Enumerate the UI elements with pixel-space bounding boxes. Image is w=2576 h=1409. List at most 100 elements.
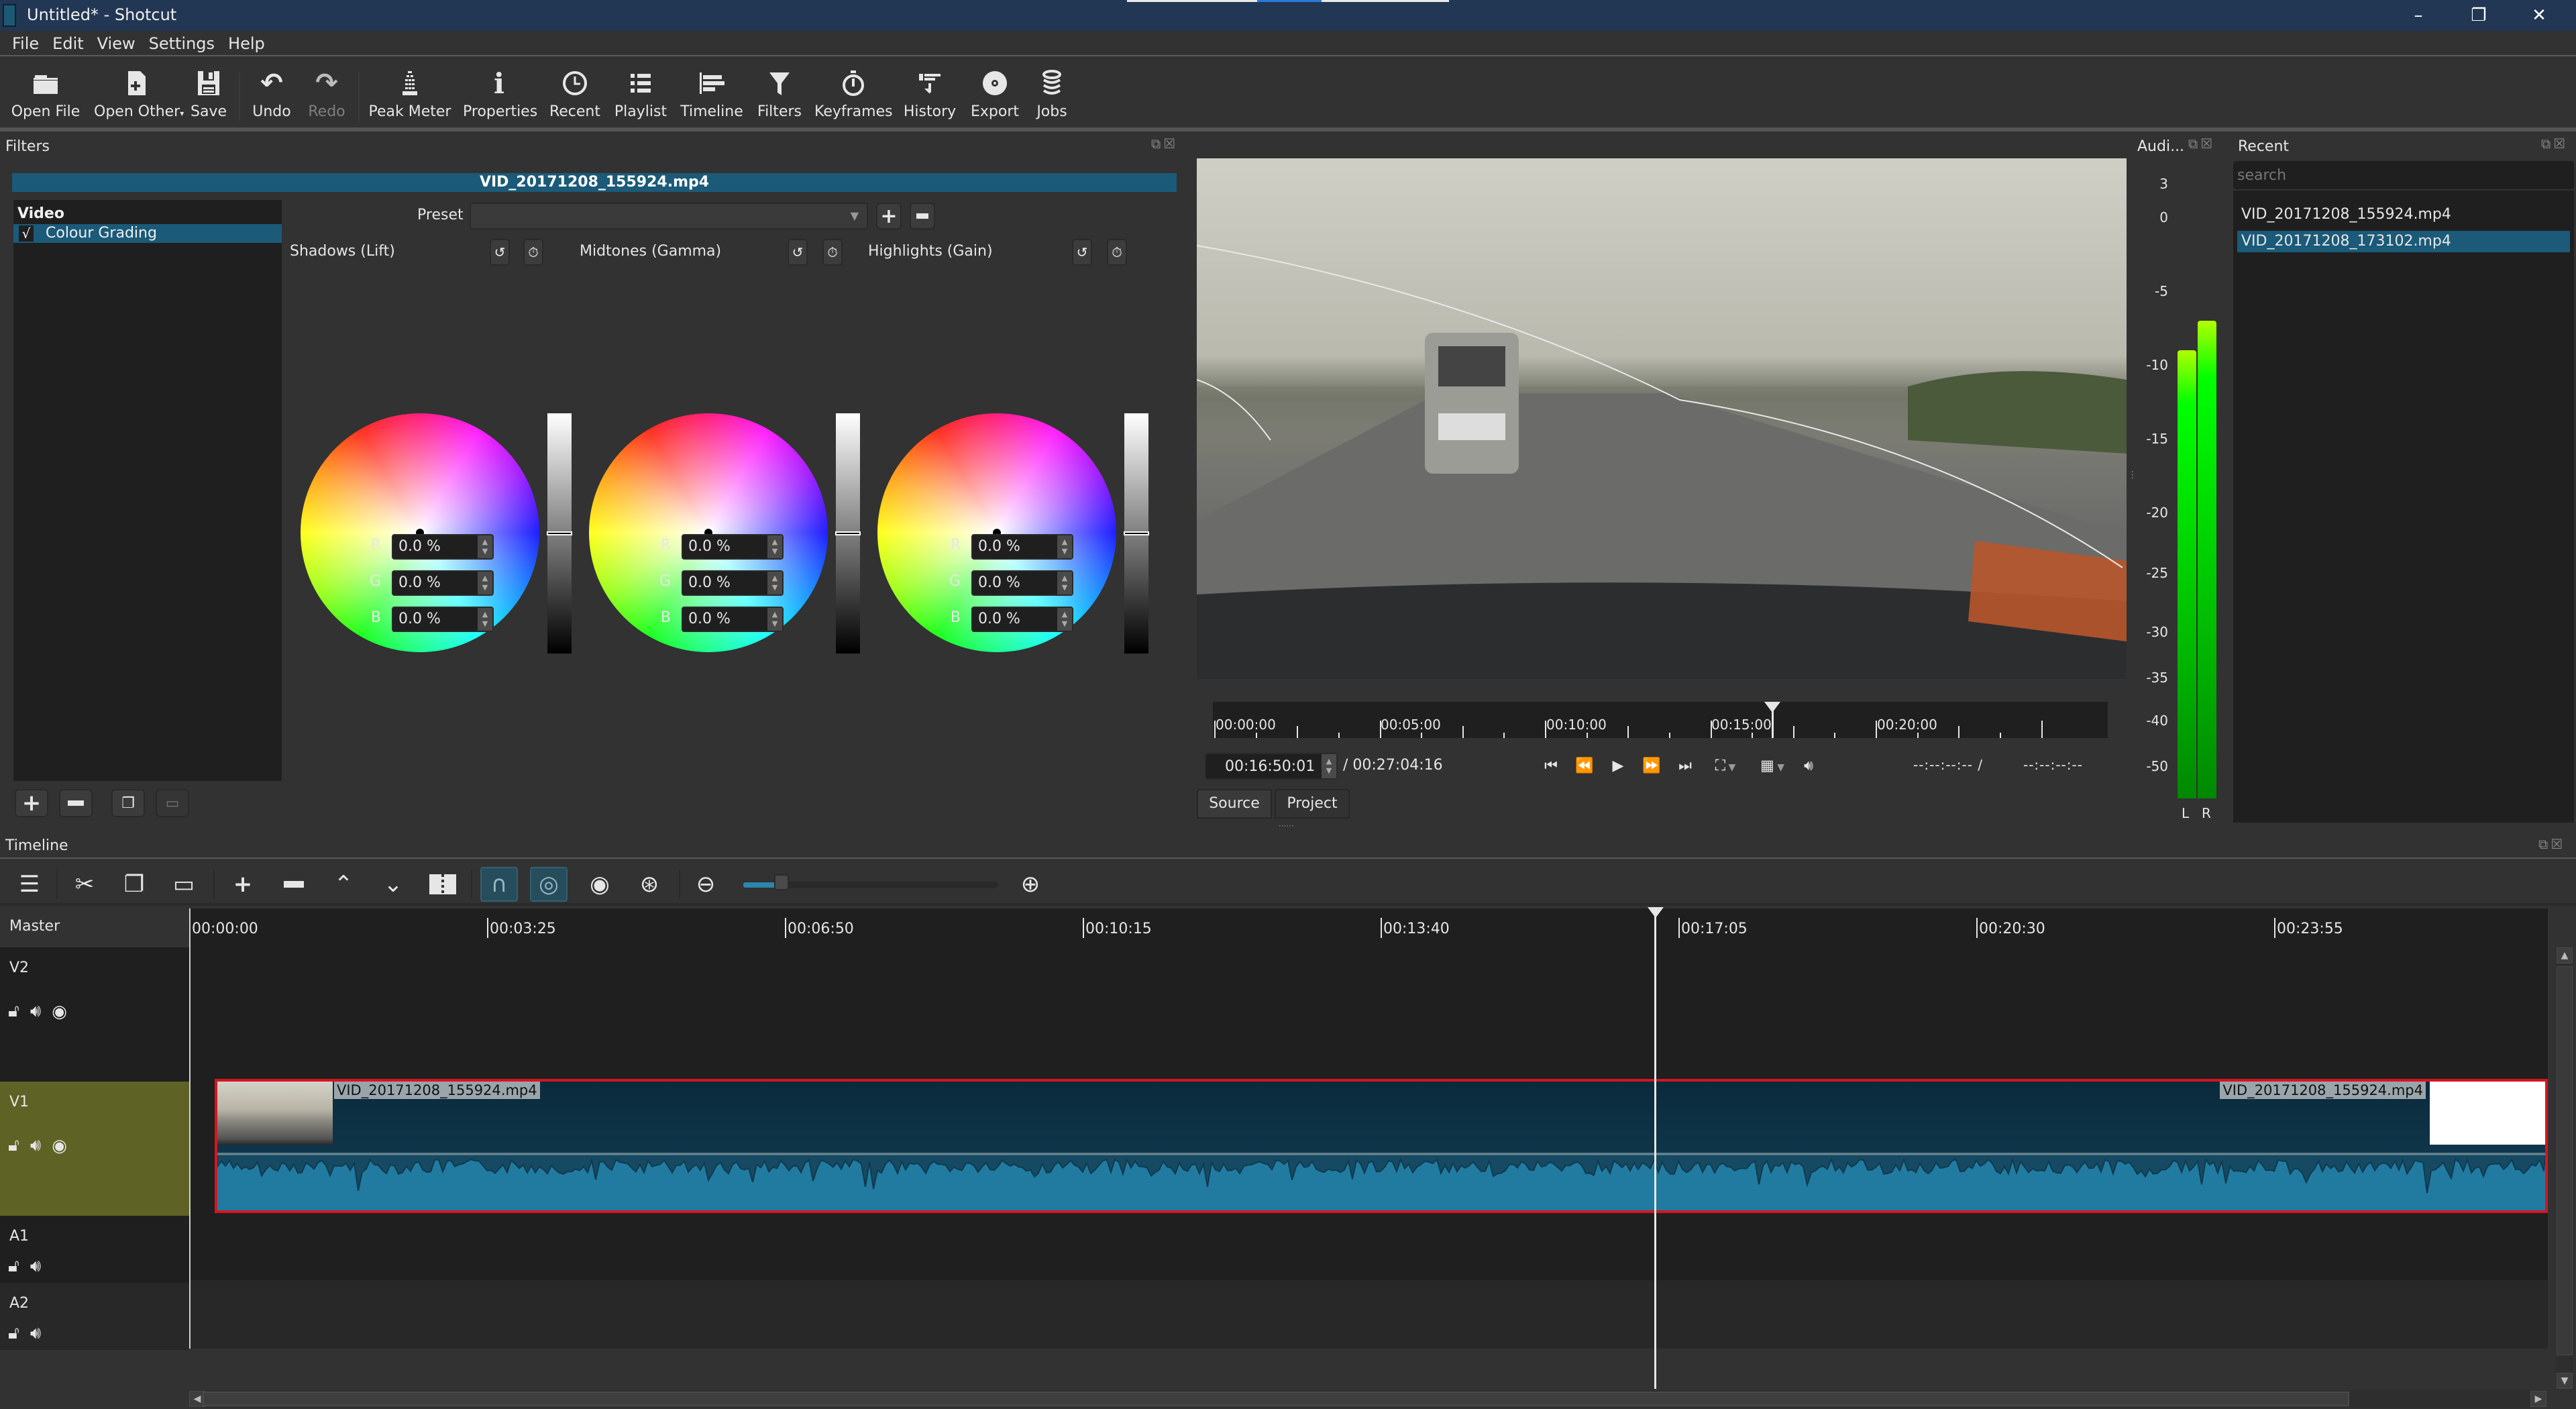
vertical-scroll-thumb[interactable] — [2557, 966, 2573, 1355]
overwrite-button[interactable]: ⌄ — [374, 867, 412, 902]
timeline-playhead[interactable] — [1654, 908, 1656, 1389]
timeline-tracks[interactable]: VID_20171208_155924.mp4 VID_20171208_155… — [189, 947, 2548, 1349]
ripple-all-tracks-toggle[interactable]: ⊛ — [631, 867, 668, 902]
menu-file[interactable]: File — [0, 31, 46, 56]
lock-open-icon[interactable]: 🔓︎ — [8, 1323, 19, 1344]
highlights-keyframe-button[interactable]: ⏱ — [1107, 239, 1127, 266]
shadows-b-spinbox[interactable]: 0.0 % ▲ ▼ — [392, 607, 494, 632]
save-button[interactable]: Save — [188, 66, 229, 126]
jobs-button[interactable]: Jobs — [1030, 66, 1073, 126]
properties-button[interactable]: i Properties — [463, 66, 537, 126]
highlights-luma-handle[interactable] — [1124, 531, 1149, 535]
spin-arrows-icon[interactable]: ▲ ▼ — [1322, 754, 1336, 778]
timeline-horizontal-scrollbar[interactable]: ◀ ▶ — [189, 1390, 2546, 1408]
lock-open-icon[interactable]: 🔓︎ — [8, 1256, 19, 1277]
lift-button[interactable]: ⌃ — [325, 867, 362, 902]
open-other-button[interactable]: Open Other▾ — [94, 66, 184, 126]
master-header[interactable]: Master — [0, 908, 189, 947]
recent-dock-controls[interactable]: ⧉☒ — [2541, 136, 2568, 152]
speaker-icon[interactable]: 🔊︎ — [30, 1256, 41, 1277]
midtones-luma-slider[interactable] — [835, 413, 861, 654]
remove-filter-button[interactable] — [59, 789, 93, 817]
splitter-handle[interactable]: ······ — [1279, 821, 1294, 831]
filters-button[interactable]: Filters — [754, 66, 805, 126]
keyframes-button[interactable]: Keyframes — [814, 66, 893, 126]
undo-button[interactable]: ↶ Undo — [248, 66, 295, 126]
player-scrub-bar[interactable]: 00:00:00 00:05:00 00:10:00 00:15:00 00:2… — [1213, 702, 2108, 738]
midtones-luma-handle[interactable] — [835, 531, 861, 535]
zoom-out-button[interactable]: ⊖ — [687, 867, 724, 902]
midtones-r-spinbox[interactable]: 0.0 % ▲ ▼ — [682, 534, 784, 560]
filter-enabled-checkbox[interactable]: √ — [19, 225, 34, 242]
timeline-clip[interactable]: VID_20171208_155924.mp4 VID_20171208_155… — [215, 1079, 2548, 1213]
menu-edit[interactable]: Edit — [46, 31, 90, 56]
filter-item-colour-grading[interactable]: √ Colour Grading — [13, 224, 282, 243]
menu-settings[interactable]: Settings — [142, 31, 221, 56]
scroll-right-icon[interactable]: ▶ — [2530, 1391, 2546, 1407]
menu-help[interactable]: Help — [221, 31, 272, 56]
midtones-reset-button[interactable]: ↺ — [788, 239, 808, 266]
shadows-reset-button[interactable]: ↺ — [490, 239, 510, 266]
highlights-luma-slider[interactable] — [1124, 413, 1149, 654]
copy-filters-button[interactable]: ❐ — [111, 789, 145, 817]
save-preset-button[interactable]: + — [876, 203, 902, 229]
grid-dropdown-button[interactable]: ▦ ▼ — [1754, 753, 1791, 780]
add-filter-button[interactable]: + — [15, 789, 48, 817]
zoom-dropdown-button[interactable]: ⛶ ▼ — [1707, 753, 1744, 780]
append-button[interactable]: + — [224, 867, 262, 902]
track-header-v1[interactable]: V1 🔓︎ 🔊︎ ◉ — [0, 1082, 189, 1216]
highlights-g-spinbox[interactable]: 0.0 % ▲ ▼ — [971, 570, 1073, 596]
peak-meter-button[interactable]: Peak Meter — [368, 66, 452, 126]
filters-dock-controls[interactable]: ⧉☒ — [1151, 136, 1178, 152]
restore-button[interactable]: ❐ — [2449, 3, 2509, 28]
track-header-a2[interactable]: A2 🔓︎ 🔊︎ — [0, 1283, 189, 1350]
redo-button[interactable]: ↷ Redo — [303, 66, 350, 126]
spin-arrows-icon[interactable]: ▲ ▼ — [1057, 572, 1072, 594]
track-header-v2[interactable]: V2 🔓︎ 🔊︎ ◉ — [0, 947, 189, 1082]
cut-button[interactable]: ✂ — [66, 867, 103, 902]
playhead-marker-icon[interactable] — [1648, 907, 1664, 918]
scrub-while-dragging-toggle[interactable]: ◎ — [530, 867, 568, 902]
paste-button[interactable]: ▭ — [165, 867, 203, 902]
shadows-g-spinbox[interactable]: 0.0 % ▲ ▼ — [392, 570, 494, 596]
speaker-icon[interactable]: 🔊︎ — [30, 1135, 41, 1156]
menu-view[interactable]: View — [91, 31, 142, 56]
spin-arrows-icon[interactable]: ▲ ▼ — [1057, 608, 1072, 631]
playlist-button[interactable]: Playlist — [612, 66, 669, 126]
scroll-down-icon[interactable]: ▼ — [2557, 1373, 2573, 1389]
export-button[interactable]: Export — [966, 66, 1024, 126]
recent-item[interactable]: VID_20171208_173102.mp4 — [2237, 231, 2570, 252]
tab-project[interactable]: Project — [1275, 789, 1350, 819]
timeline-vertical-scrollbar[interactable]: ▲ ▼ — [2556, 947, 2573, 1390]
spin-arrows-icon[interactable]: ▲ ▼ — [478, 572, 492, 594]
eye-icon[interactable]: ◉ — [52, 1136, 67, 1156]
play-button[interactable]: ▶ — [1607, 753, 1629, 780]
volume-button[interactable]: 🔊︎ — [1798, 753, 1819, 780]
timecode-spinbox[interactable]: 00:16:50:01 ▲ ▼ — [1205, 753, 1338, 780]
scroll-up-icon[interactable]: ▲ — [2557, 947, 2573, 963]
shadows-luma-handle[interactable] — [547, 531, 572, 535]
timeline-button[interactable]: Timeline — [679, 66, 745, 126]
track-row-a1[interactable] — [189, 1213, 2548, 1280]
timeline-menu-button[interactable]: ☰ — [11, 867, 48, 902]
skip-to-end-button[interactable]: ⏭ — [1674, 753, 1696, 780]
midtones-keyframe-button[interactable]: ⏱ — [822, 239, 843, 266]
track-row-a2[interactable] — [189, 1280, 2548, 1349]
minimize-button[interactable]: – — [2388, 3, 2449, 28]
timeline-ruler[interactable]: 00:00:00 00:03:25 00:06:50 00:10:15 00:1… — [189, 908, 2548, 947]
ripple-delete-button[interactable] — [275, 867, 313, 902]
paste-filters-button[interactable]: ▭ — [156, 789, 189, 817]
track-header-a1[interactable]: A1 🔓︎ 🔊︎ — [0, 1216, 189, 1283]
recent-item[interactable]: VID_20171208_155924.mp4 — [2237, 204, 2570, 225]
highlights-b-spinbox[interactable]: 0.0 % ▲ ▼ — [971, 607, 1073, 632]
timeline-zoom-slider[interactable] — [743, 874, 998, 890]
speaker-icon[interactable]: 🔊︎ — [30, 1001, 41, 1022]
snap-toggle[interactable]: ∩ — [480, 867, 518, 902]
lock-open-icon[interactable]: 🔓︎ — [8, 1135, 19, 1156]
preset-dropdown[interactable]: ▼ — [470, 203, 868, 229]
playhead-marker-icon[interactable] — [1764, 702, 1780, 713]
midtones-b-spinbox[interactable]: 0.0 % ▲ ▼ — [682, 607, 784, 632]
speaker-icon[interactable]: 🔊︎ — [30, 1323, 41, 1344]
track-row-v2[interactable] — [189, 947, 2548, 1079]
horizontal-scroll-thumb[interactable] — [203, 1392, 2349, 1406]
